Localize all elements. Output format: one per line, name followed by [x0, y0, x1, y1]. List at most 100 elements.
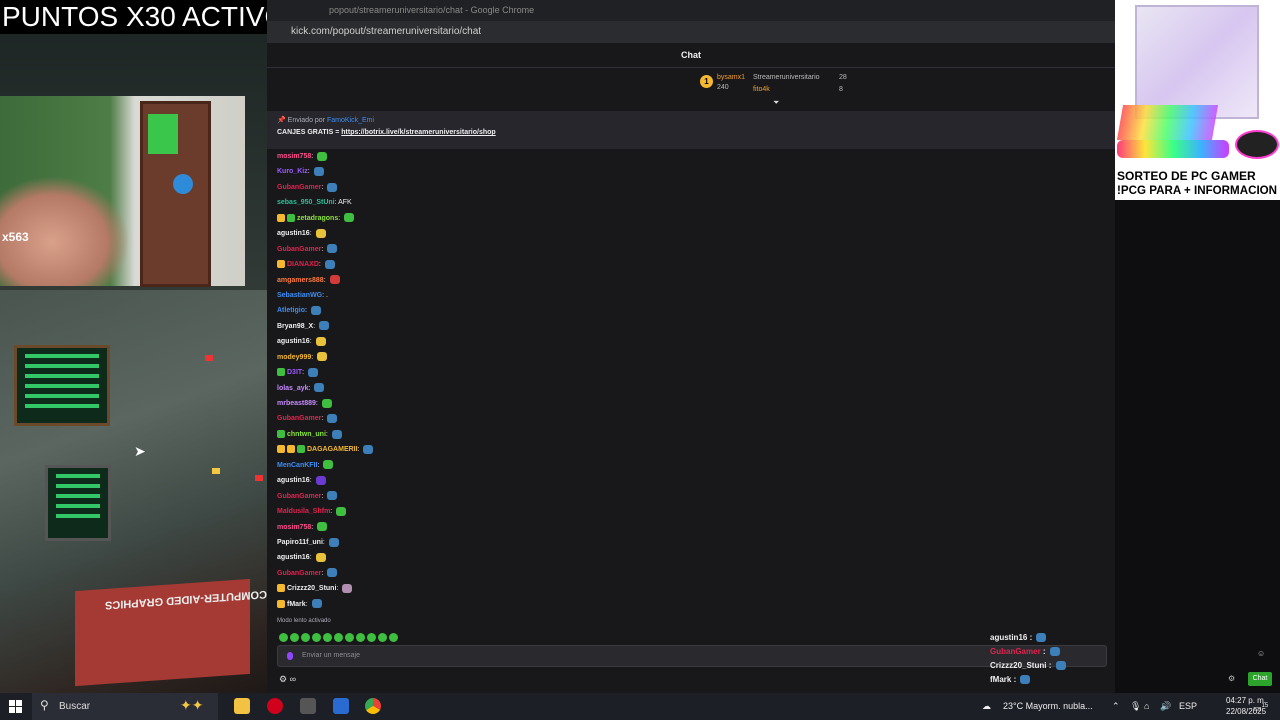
emote-icon[interactable]	[323, 633, 332, 642]
chat-username[interactable]: lolas_ayk	[277, 385, 309, 392]
emote-icon	[327, 244, 338, 254]
chat-username[interactable]: Papiro11f_uni	[277, 539, 323, 546]
chat-username[interactable]: agustin16	[277, 338, 310, 345]
separator: :	[305, 600, 310, 608]
network-icon[interactable]: ⌂	[1144, 693, 1149, 720]
chat-message: modey999:	[277, 350, 677, 365]
chat-username[interactable]: GubanGamer	[277, 493, 321, 500]
microphone-icon[interactable]	[287, 652, 293, 660]
chat-username[interactable]: GubanGamer	[277, 570, 321, 577]
weather-icon[interactable]: ☁	[982, 693, 991, 720]
promo-line-1: SORTEO DE PC GAMER	[1117, 169, 1256, 183]
emote-icon[interactable]	[290, 633, 299, 642]
chat-username[interactable]: D3IT	[287, 369, 302, 376]
emote-icon	[310, 306, 321, 316]
emoji-icon[interactable]: ☺	[1257, 649, 1265, 658]
overlay-chat-username: agustin16	[990, 633, 1028, 642]
address-bar[interactable]: kick.com/popout/streameruniversitario/ch…	[267, 21, 1115, 43]
leader-user[interactable]: Streameruniversitario	[753, 74, 820, 81]
pinned-link[interactable]: https://botrix.live/k/streameruniversita…	[341, 129, 495, 136]
keyboard-image	[1116, 105, 1219, 140]
emote-icon	[324, 259, 335, 269]
emote-icon[interactable]	[312, 633, 321, 642]
emote-icon	[327, 568, 338, 578]
chat-message: agustin16:	[277, 334, 677, 349]
emote-icon	[342, 583, 353, 593]
separator: :	[1040, 647, 1048, 656]
emote-icon[interactable]	[367, 633, 376, 642]
microphone-icon[interactable]: 🎙	[1130, 693, 1141, 720]
chat-username[interactable]: Atletigio	[277, 307, 305, 314]
notification-icon[interactable]: ▭15	[1253, 693, 1268, 720]
separator: :	[321, 492, 326, 500]
emote-icon	[1036, 633, 1047, 643]
search-label: Buscar	[59, 701, 91, 712]
chevron-down-icon[interactable]: ⏷	[773, 98, 779, 108]
chrome-icon[interactable]	[365, 698, 381, 714]
chat-username[interactable]: agustin16	[277, 477, 310, 484]
chat-username[interactable]: modey999	[277, 354, 311, 361]
gear-icon[interactable]: ⚙	[1228, 674, 1235, 683]
chat-header: Chat	[267, 43, 1115, 68]
chat-username[interactable]: mrbeast889	[277, 400, 316, 407]
chat-username[interactable]: Kuro_Kiz	[277, 168, 308, 175]
chat-username[interactable]: GubanGamer	[277, 415, 321, 422]
taskbar-search[interactable]: ⚲ Buscar ✦✦	[32, 693, 218, 720]
opera-icon[interactable]	[267, 698, 283, 714]
webcam-feed: x563	[0, 96, 245, 287]
windows-start-icon[interactable]	[9, 700, 22, 713]
leader-user[interactable]: fito4k	[753, 86, 770, 93]
emote-icon[interactable]	[356, 633, 365, 642]
chat-message: GubanGamer:	[277, 180, 677, 195]
separator: :	[302, 369, 307, 377]
chat-username[interactable]: amgamers888	[277, 277, 324, 284]
badge-icon	[277, 584, 285, 593]
chat-username[interactable]: agustin16	[277, 554, 310, 561]
chat-username[interactable]: Crizzz20_Stuni	[287, 585, 336, 592]
mouse-cursor-icon: ➤	[134, 443, 146, 459]
emote-icon[interactable]	[345, 633, 354, 642]
chat-message: mosim758:	[277, 149, 677, 164]
pinned-user[interactable]: FamoKick_Emi	[327, 117, 374, 124]
chat-username[interactable]: GubanGamer	[277, 246, 321, 253]
promo-panel: SORTEO DE PC GAMER !PCG PARA + INFORMACI…	[1115, 0, 1280, 200]
chat-input[interactable]: Enviar un mensaje	[277, 645, 1107, 667]
chat-username[interactable]: agustin16	[277, 230, 310, 237]
leader-user[interactable]: bysamx1	[717, 74, 745, 81]
overlay-chat-message: agustin16 :	[990, 633, 1047, 643]
chat-message: lolas_ayk:	[277, 381, 677, 396]
chat-username[interactable]: mosim758	[277, 524, 311, 531]
separator: :	[321, 415, 326, 423]
chat-tools[interactable]: ⚙ ∞	[279, 674, 296, 685]
emote-icon	[1020, 675, 1031, 685]
chat-username[interactable]: chntwn_uni	[287, 431, 326, 438]
store-icon[interactable]	[333, 698, 349, 714]
file-explorer-icon[interactable]	[234, 698, 250, 714]
weather-text[interactable]: 23°C Mayorm. nubla...	[1003, 693, 1093, 720]
chat-username[interactable]: SebastianWG	[277, 292, 322, 299]
chat-username[interactable]: DAGAGAMERII	[307, 446, 358, 453]
chat-username[interactable]: MenCanKFII	[277, 462, 317, 469]
chevron-up-icon[interactable]: ⌃	[1112, 693, 1120, 720]
infinity-icon[interactable]: ∞	[290, 674, 296, 684]
emote-icon[interactable]	[334, 633, 343, 642]
chat-message: mosim758:	[277, 520, 677, 535]
language-indicator[interactable]: ESP	[1179, 693, 1197, 720]
chat-username[interactable]: sebas_950_StUni	[277, 199, 335, 206]
chat-username[interactable]: zetadragons	[297, 215, 338, 222]
chat-username[interactable]: GubanGamer	[277, 184, 321, 191]
chat-username[interactable]: mosim758	[277, 153, 311, 160]
app-icon[interactable]	[300, 698, 316, 714]
chat-username[interactable]: fMark	[287, 601, 306, 608]
emote-icon[interactable]	[378, 633, 387, 642]
chat-username[interactable]: Maldusila_Shfm	[277, 508, 330, 515]
settings-icon[interactable]: ⚙	[279, 674, 287, 684]
emote-icon[interactable]	[301, 633, 310, 642]
emote-icon	[344, 213, 355, 223]
chat-username[interactable]: Bryan98_X	[277, 323, 313, 330]
volume-icon[interactable]: 🔊	[1160, 693, 1171, 720]
emote-icon[interactable]	[279, 633, 288, 642]
chat-username[interactable]: DIANAXD	[287, 261, 319, 268]
emote-icon[interactable]	[389, 633, 398, 642]
chat-send-button[interactable]: Chat	[1248, 672, 1272, 686]
